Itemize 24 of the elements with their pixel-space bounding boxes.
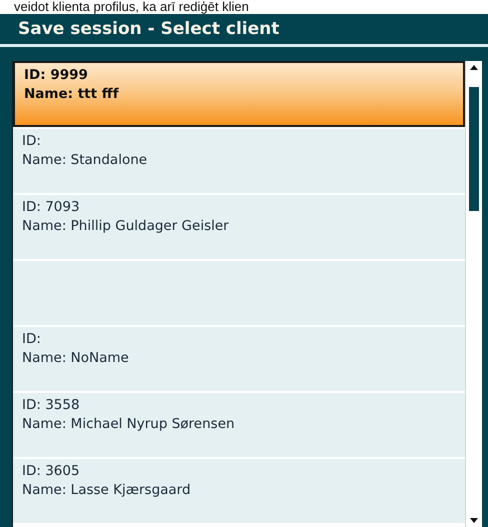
client-name: Name: Standalone (22, 152, 148, 168)
client-item[interactable]: ID: 3558 Name: Michael Nyrup Sørensen (13, 393, 465, 457)
client-name: Name: Lasse Kjærsgaard (22, 482, 192, 498)
client-name: Name: NoName (22, 350, 130, 366)
client-id: ID: (22, 133, 42, 149)
client-name: Name: Michael Nyrup Sørensen (22, 416, 236, 432)
scroll-up-icon[interactable] (470, 65, 478, 70)
client-item[interactable]: ID: 9999 Name: ttt fff (13, 61, 465, 127)
client-item[interactable]: ID: Name: NoName (13, 327, 465, 391)
client-id: ID: (22, 331, 42, 347)
client-name: Name: Phillip Guldager Geisler (22, 218, 230, 234)
scroll-down-icon[interactable] (470, 518, 478, 523)
client-item[interactable]: ID: Name: Standalone (13, 129, 465, 193)
scrollbar[interactable] (465, 61, 482, 527)
client-id: ID: 9999 (24, 67, 89, 83)
window-title: Save session - Select client (18, 19, 280, 39)
scroll-thumb[interactable] (469, 87, 479, 211)
client-id: ID: 7093 (22, 199, 81, 215)
caption-text: veidot klienta profilus, ka arī rediģēt klien (14, 0, 249, 14)
client-item[interactable]: ID: 3605 Name: Lasse Kjærsgaard (13, 459, 465, 523)
client-item[interactable]: ID: 7093 Name: Phillip Guldager Geisler (13, 195, 465, 259)
client-id: ID: 3558 (22, 397, 81, 413)
client-id: ID: 3605 (22, 463, 81, 479)
client-name: Name: ttt fff (24, 86, 120, 102)
